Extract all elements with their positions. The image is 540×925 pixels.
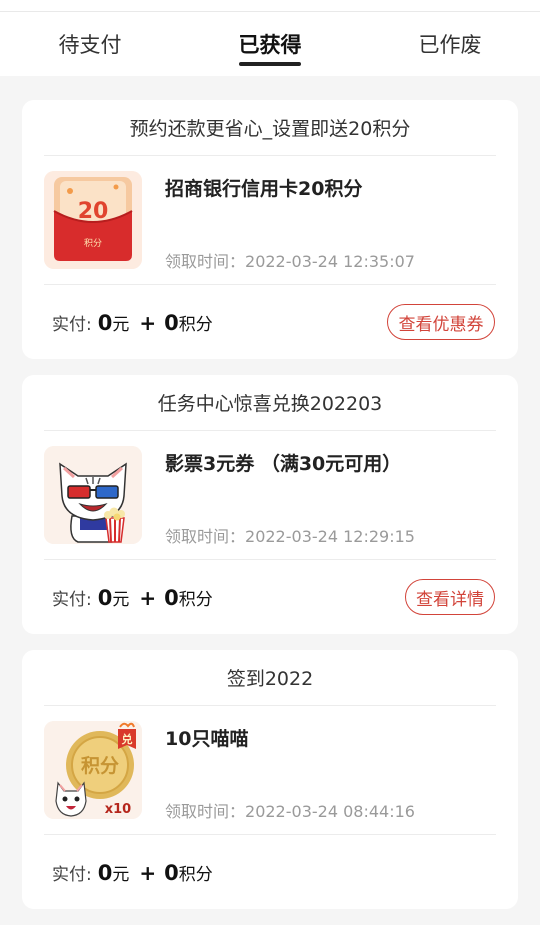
tab-label: 已作废	[418, 33, 482, 57]
payment-summary: 实付: 0 元 + 0 积分	[52, 585, 213, 610]
card-footer: 实付: 0 元 + 0 积分 查看优惠券	[22, 285, 518, 359]
coin-text: 积分	[81, 755, 119, 777]
tab-obtained[interactable]: 已获得	[220, 12, 320, 76]
item-time: 领取时间：2022-03-24 08:44:16	[165, 798, 415, 822]
pay-label: 实付:	[52, 315, 92, 335]
points-envelope-icon: 20 积分	[44, 171, 142, 269]
payment-summary: 实付: 0 元 + 0 积分	[52, 310, 213, 335]
view-details-button[interactable]: 查看详情	[405, 579, 495, 615]
tab-pending-payment[interactable]: 待支付	[40, 12, 140, 76]
envelope-number: 20	[78, 199, 109, 224]
active-tab-indicator	[239, 62, 301, 66]
tab-bar: 待支付 已获得 已作废	[0, 12, 540, 76]
order-card: 任务中心惊喜兑换202203 影票3元券 （满30元可用） 领取时间：2022-…	[22, 375, 518, 634]
pay-points: 0	[164, 861, 179, 885]
card-title: 预约还款更省心_设置即送20积分	[129, 118, 411, 140]
pay-cash: 0	[97, 861, 113, 885]
tab-label: 已获得	[238, 33, 302, 57]
time-value: 2022-03-24 12:29:15	[245, 527, 415, 546]
card-footer: 实付: 0 元 + 0 积分	[22, 835, 518, 909]
pay-cash-unit: 元	[112, 865, 130, 885]
item-name: 10只喵喵	[165, 728, 249, 750]
pay-points-unit: 积分	[178, 315, 213, 335]
order-card: 签到2022 积分 兑 x10 10只喵喵 领取时间：2022-03-24 08…	[22, 650, 518, 909]
envelope-caption: 积分	[84, 237, 102, 249]
pay-cash: 0	[97, 586, 113, 610]
pay-points-unit: 积分	[178, 590, 213, 610]
badge-text: 兑	[122, 732, 133, 746]
multiplier-text: x10	[105, 802, 131, 817]
pay-plus: +	[139, 861, 157, 885]
card-footer: 实付: 0 元 + 0 积分 查看详情	[22, 560, 518, 634]
time-label: 领取时间：	[165, 802, 246, 821]
pay-plus: +	[139, 586, 157, 610]
pay-label: 实付:	[52, 865, 92, 885]
pay-label: 实付:	[52, 590, 92, 610]
order-item[interactable]: 20 积分 招商银行信用卡20积分 领取时间：2022-03-24 12:35:…	[22, 156, 518, 284]
item-name: 影票3元券 （满30元可用）	[165, 453, 402, 475]
time-value: 2022-03-24 08:44:16	[245, 802, 415, 821]
time-label: 领取时间：	[165, 527, 246, 546]
order-item[interactable]: 积分 兑 x10 10只喵喵 领取时间：2022-03-24 08:44:16	[22, 706, 518, 834]
card-title: 任务中心惊喜兑换202203	[157, 393, 383, 415]
view-coupon-button[interactable]: 查看优惠券	[387, 304, 495, 340]
top-bar-edge	[0, 0, 540, 12]
tab-voided[interactable]: 已作废	[400, 12, 500, 76]
item-time: 领取时间：2022-03-24 12:29:15	[165, 523, 415, 547]
time-label: 领取时间：	[165, 252, 246, 271]
item-name: 招商银行信用卡20积分	[165, 178, 363, 200]
order-card: 预约还款更省心_设置即送20积分 20 积分 招商银行信用卡20积分 领取时间：…	[22, 100, 518, 359]
cat-3d-glasses-popcorn-icon	[44, 446, 142, 544]
pay-plus: +	[139, 311, 157, 335]
pay-points: 0	[164, 586, 179, 610]
pay-cash-unit: 元	[112, 590, 130, 610]
pay-points: 0	[164, 311, 179, 335]
card-title: 签到2022	[226, 668, 314, 690]
pay-cash-unit: 元	[112, 315, 130, 335]
order-item[interactable]: 影票3元券 （满30元可用） 领取时间：2022-03-24 12:29:15	[22, 431, 518, 559]
points-coin-cat-icon: 积分 兑 x10	[44, 721, 142, 819]
payment-summary: 实付: 0 元 + 0 积分	[52, 860, 213, 885]
pay-cash: 0	[97, 311, 113, 335]
pay-points-unit: 积分	[178, 865, 213, 885]
tab-label: 待支付	[58, 33, 122, 57]
item-time: 领取时间：2022-03-24 12:35:07	[165, 248, 415, 272]
time-value: 2022-03-24 12:35:07	[245, 252, 415, 271]
